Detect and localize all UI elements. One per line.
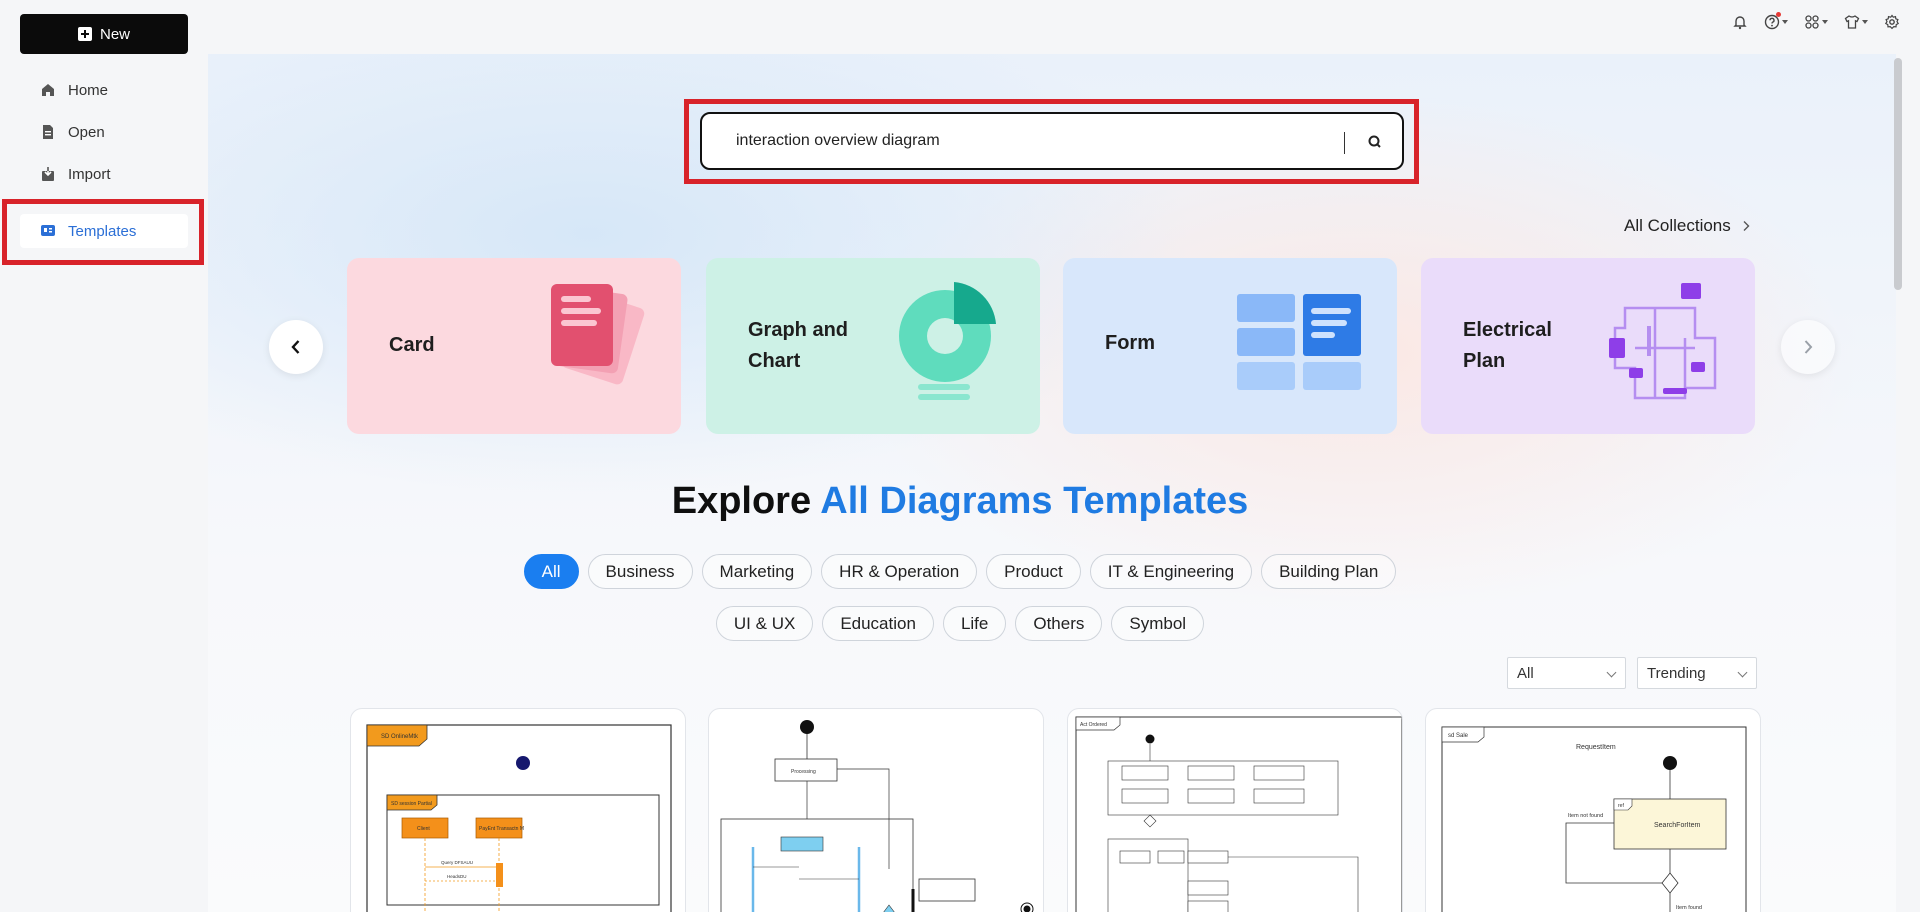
thumbnail-text: SD OnlineMtk [381, 734, 419, 740]
plus-icon [77, 27, 92, 41]
home-icon [42, 84, 54, 96]
sidebar-item-label: Open [68, 123, 105, 141]
template-thumbnail: sd Sale RequestItem ref SearchForItem It… [1441, 726, 1747, 912]
all-collections-label: All Collections [1624, 216, 1731, 235]
category-card-graph-and-chart[interactable]: Graph and Chart [706, 258, 1040, 434]
chevron-down-icon [1782, 20, 1788, 24]
card-icon [551, 284, 645, 385]
search-icon[interactable] [1366, 133, 1384, 151]
filter-ui-ux[interactable]: UI & UX [715, 606, 814, 641]
category-filters-row-2: UI & UX Education Life Others Symbol [0, 606, 1920, 641]
sort-dropdown-value: Trending [1647, 664, 1706, 682]
new-button-label: New [99, 25, 130, 43]
sidebar-item-label: Import [68, 165, 111, 183]
filter-education[interactable]: Education [822, 606, 934, 641]
sidebar-item-label: Home [68, 81, 109, 99]
sidebar-item-home[interactable]: Home [20, 73, 188, 107]
category-label: Card [389, 334, 435, 356]
help-button[interactable] [1764, 12, 1788, 30]
vertical-scrollbar[interactable] [1894, 58, 1902, 290]
header-toolbar [1732, 12, 1900, 30]
notifications-button[interactable] [1732, 14, 1748, 30]
sidebar-item-open[interactable]: Open [20, 115, 188, 149]
chevron-down-icon [1862, 20, 1868, 24]
chevron-down-icon [1737, 667, 1748, 678]
category-label: Graph and Chart [748, 319, 849, 372]
all-collections-link[interactable]: All Collections [1624, 216, 1751, 236]
bell-icon [1733, 16, 1747, 30]
template-thumbnail: Act Ordered [1075, 716, 1402, 912]
template-card-1[interactable]: SD OnlineMtk SD session Partial Client P… [350, 708, 686, 912]
filter-it-engineering[interactable]: IT & Engineering [1089, 554, 1253, 589]
highlight-box-templates [2, 199, 204, 265]
settings-button[interactable] [1884, 14, 1900, 30]
thumbnail-text: sd Sale [1448, 733, 1469, 739]
search-divider [1344, 132, 1345, 154]
template-card-2[interactable]: Processing [708, 708, 1044, 912]
circuit-icon [1609, 283, 1717, 400]
category-filters-row-1: All Business Marketing HR & Operation Pr… [0, 554, 1920, 589]
sort-dropdown[interactable]: Trending [1637, 657, 1757, 689]
import-icon [42, 167, 54, 181]
settings-icon [1884, 14, 1900, 30]
sidebar-item-import[interactable]: Import [20, 157, 188, 191]
filter-symbol[interactable]: Symbol [1111, 606, 1205, 641]
thumbnail-text: ref [1618, 803, 1624, 809]
apps-icon [1805, 15, 1819, 29]
thumbnail-text: PayEnt Transactn M [479, 826, 524, 832]
category-card-form[interactable]: Form [1063, 258, 1397, 434]
shirt-icon [1844, 15, 1860, 29]
notification-dot [1776, 12, 1781, 17]
filter-life[interactable]: Life [942, 606, 1007, 641]
theme-button[interactable] [1844, 14, 1868, 30]
carousel-next-button[interactable] [1781, 320, 1835, 374]
category-card-electrical-plan[interactable]: Electrical Plan [1421, 258, 1755, 434]
carousel-prev-button[interactable] [269, 320, 323, 374]
filter-others[interactable]: Others [1015, 606, 1103, 641]
thumbnail-text: Query DFSAUU [441, 860, 473, 865]
thumbnail-text: SD session Partial [391, 801, 432, 807]
filter-building-plan[interactable]: Building Plan [1261, 554, 1397, 589]
file-icon [43, 125, 53, 139]
sidebar: New Home Open Import Templates [0, 0, 208, 912]
template-thumbnail: SD OnlineMtk SD session Partial Client P… [366, 724, 672, 912]
thumbnail-text: Act Ordered [1080, 722, 1107, 728]
thumbnail-text: HeadsDU [447, 874, 467, 879]
template-card-4[interactable]: sd Sale RequestItem ref SearchForItem It… [1425, 708, 1761, 912]
new-button[interactable]: New [20, 14, 188, 54]
type-dropdown[interactable]: All [1507, 657, 1626, 689]
category-card-card[interactable]: Card [347, 258, 681, 434]
explore-highlight: All Diagrams Templates [820, 480, 1249, 522]
category-label: Electrical Plan [1463, 319, 1552, 372]
apps-button[interactable] [1804, 14, 1828, 30]
chevron-down-icon [1822, 20, 1828, 24]
filter-business[interactable]: Business [587, 554, 693, 589]
chevron-left-icon [291, 340, 300, 354]
thumbnail-text: Item found [1676, 905, 1702, 911]
search-input[interactable] [736, 132, 1316, 150]
filter-hr-operation[interactable]: HR & Operation [821, 554, 978, 589]
template-card-3[interactable]: Act Ordered [1067, 708, 1403, 912]
chevron-right-icon [1804, 340, 1813, 354]
template-thumbnail: Processing [720, 720, 1034, 912]
chart-icon [899, 282, 996, 400]
form-icon [1237, 294, 1361, 390]
explore-heading: Explore All Diagrams Templates [671, 480, 1249, 522]
chevron-right-icon [1743, 221, 1750, 231]
category-label: Form [1105, 332, 1155, 354]
chevron-down-icon [1606, 667, 1617, 678]
thumbnail-text: Processing [791, 769, 816, 775]
filter-marketing[interactable]: Marketing [701, 554, 813, 589]
filter-all[interactable]: All [523, 554, 579, 589]
template-search-bar [700, 112, 1404, 170]
thumbnail-text: RequestItem [1576, 744, 1616, 751]
filter-product[interactable]: Product [986, 554, 1081, 589]
thumbnail-text: SearchForItem [1654, 822, 1700, 829]
thumbnail-text: Client [417, 826, 430, 832]
thumbnail-text: Item not found [1568, 813, 1603, 819]
type-dropdown-value: All [1517, 664, 1534, 682]
